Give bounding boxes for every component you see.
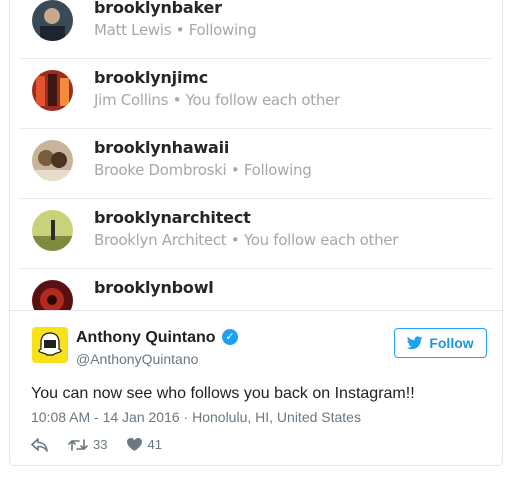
follow-label: Follow	[429, 335, 474, 351]
instagram-followers-screenshot: brooklynbaker Matt Lewis • Following bro…	[10, 0, 502, 310]
retweet-count: 33	[93, 437, 108, 452]
username: brooklynbowl	[94, 278, 214, 297]
username: brooklynjimc	[94, 68, 208, 87]
author-avatar[interactable]	[32, 327, 68, 363]
user-subtitle: Matt Lewis • Following	[94, 21, 257, 39]
full-name: Matt Lewis	[94, 21, 172, 39]
user-subtitle: Brooklyn Architect • You follow each oth…	[94, 231, 398, 249]
username: brooklynhawaii	[94, 138, 230, 157]
separator-dot: •	[230, 231, 240, 249]
relation-status: Following	[243, 161, 312, 179]
verified-badge-icon: ✓	[222, 329, 238, 345]
retweet-action[interactable]: 33	[68, 437, 107, 452]
reply-icon	[31, 437, 48, 452]
full-name: Jim Collins	[94, 91, 169, 109]
like-action[interactable]: 41	[127, 437, 162, 452]
tweet: Anthony Quintano ✓ @AnthonyQuintano Foll…	[10, 311, 502, 465]
user-subtitle: Jim Collins • You follow each other	[94, 91, 340, 109]
list-item[interactable]: brooklynbowl	[18, 268, 494, 310]
author-name[interactable]: Anthony Quintano	[76, 329, 216, 347]
username: brooklynarchitect	[94, 208, 251, 227]
avatar	[32, 140, 73, 181]
avatar	[32, 0, 73, 41]
tweet-text: You can now see who follows you back on …	[31, 385, 415, 402]
tweet-timestamp[interactable]: 10:08 AM - 14 Jan 2016 · Honolulu, HI, U…	[31, 409, 361, 425]
twitter-bird-icon	[407, 336, 424, 350]
like-count: 41	[147, 437, 162, 452]
author-handle[interactable]: @AnthonyQuintano	[76, 351, 198, 367]
list-item[interactable]: brooklynhawaii Brooke Dombroski • Follow…	[18, 128, 494, 199]
full-name: Brooklyn Architect	[94, 231, 227, 249]
relation-status: You follow each other	[185, 91, 341, 109]
avatar	[32, 70, 73, 111]
separator-dot: •	[175, 21, 185, 39]
retweet-icon	[68, 438, 88, 451]
tweet-embed-card: brooklynbaker Matt Lewis • Following bro…	[9, 0, 503, 466]
relation-status: You follow each other	[243, 231, 399, 249]
tweet-actions: 33 41	[31, 437, 182, 452]
list-item[interactable]: brooklynarchitect Brooklyn Architect • Y…	[18, 198, 494, 269]
reply-action[interactable]	[31, 437, 48, 452]
full-name: Brooke Dombroski	[94, 161, 227, 179]
username: brooklynbaker	[94, 0, 222, 17]
separator-dot: •	[230, 161, 240, 179]
avatar	[32, 280, 73, 310]
follow-button[interactable]: Follow	[394, 328, 487, 358]
separator-dot: •	[172, 91, 182, 109]
list-item[interactable]: brooklynjimc Jim Collins • You follow ea…	[18, 58, 494, 129]
avatar	[32, 210, 73, 251]
relation-status: Following	[188, 21, 257, 39]
heart-icon	[127, 438, 143, 451]
list-item[interactable]: brooklynbaker Matt Lewis • Following	[18, 0, 494, 59]
user-subtitle: Brooke Dombroski • Following	[94, 161, 312, 179]
